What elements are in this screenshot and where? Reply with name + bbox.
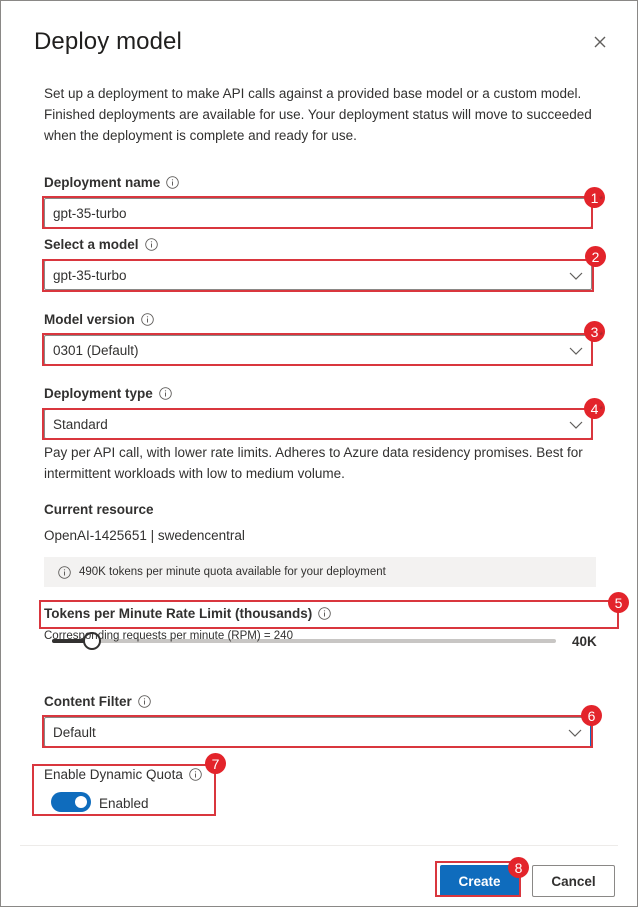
dialog-title: Deploy model — [34, 28, 182, 55]
required-marker: * — [599, 330, 604, 342]
chevron-down-icon — [568, 729, 582, 737]
info-icon[interactable] — [318, 607, 332, 620]
toggle-knob — [75, 796, 87, 808]
select-model-dropdown[interactable]: gpt-35-turbo — [44, 260, 592, 290]
rate-limit-value: 40K — [572, 634, 597, 649]
deployment-type-label: Deployment type — [44, 386, 172, 401]
content-filter-dropdown[interactable]: Default — [44, 717, 592, 747]
info-icon[interactable] — [141, 313, 154, 326]
current-resource-value: OpenAI-1425651 | swedencentral — [44, 528, 245, 543]
select-model-label: Select a model — [44, 237, 158, 252]
chevron-down-icon — [569, 421, 583, 429]
required-marker: * — [599, 404, 604, 416]
deployment-type-helper: Pay per API call, with lower rate limits… — [44, 445, 583, 481]
info-icon[interactable] — [144, 238, 158, 251]
footer-divider — [20, 845, 618, 846]
info-icon[interactable] — [189, 768, 202, 781]
required-marker: * — [599, 194, 604, 206]
dynamic-quota-state: Enabled — [99, 796, 149, 811]
dynamic-quota-toggle[interactable] — [51, 792, 91, 812]
annotation-badge-5: 5 — [608, 592, 629, 613]
create-button[interactable]: Create — [440, 865, 519, 897]
annotation-badge-8: 8 — [508, 857, 529, 878]
info-icon[interactable] — [166, 176, 180, 189]
rate-limit-label: Tokens per Minute Rate Limit (thousands) — [44, 606, 332, 621]
deployment-type-value: Standard — [53, 416, 108, 432]
deployment-type-dropdown[interactable]: Standard — [44, 409, 592, 439]
dynamic-quota-label: Enable Dynamic Quota — [44, 767, 202, 782]
model-version-label: Model version — [44, 312, 154, 327]
chevron-down-icon — [569, 347, 583, 355]
content-filter-value: Default — [53, 724, 96, 740]
rpm-text: Corresponding requests per minute (RPM) … — [44, 630, 293, 642]
select-model-value: gpt-35-turbo — [53, 267, 127, 283]
info-icon — [58, 565, 71, 579]
annotation-badge-6: 6 — [581, 705, 602, 726]
model-version-dropdown[interactable]: 0301 (Default) — [44, 335, 592, 365]
close-icon[interactable] — [590, 32, 610, 52]
deployment-name-input[interactable]: gpt-35-turbo — [44, 198, 592, 228]
cancel-button[interactable]: Cancel — [532, 865, 615, 897]
content-filter-label: Content Filter — [44, 694, 151, 709]
chevron-down-icon — [569, 272, 583, 280]
annotation-badge-2: 2 — [585, 246, 606, 267]
deployment-name-value: gpt-35-turbo — [53, 205, 127, 221]
info-icon[interactable] — [159, 387, 172, 400]
quota-info-bar: 490K tokens per minute quota available f… — [44, 557, 596, 587]
dialog-description: Set up a deployment to make API calls ag… — [44, 86, 592, 143]
deployment-name-label: Deployment name — [44, 175, 180, 190]
model-version-value: 0301 (Default) — [53, 342, 139, 358]
info-icon[interactable] — [137, 695, 151, 708]
annotation-badge-7: 7 — [205, 753, 226, 774]
current-resource-label: Current resource — [44, 502, 154, 517]
quota-info-text: 490K tokens per minute quota available f… — [79, 566, 386, 578]
